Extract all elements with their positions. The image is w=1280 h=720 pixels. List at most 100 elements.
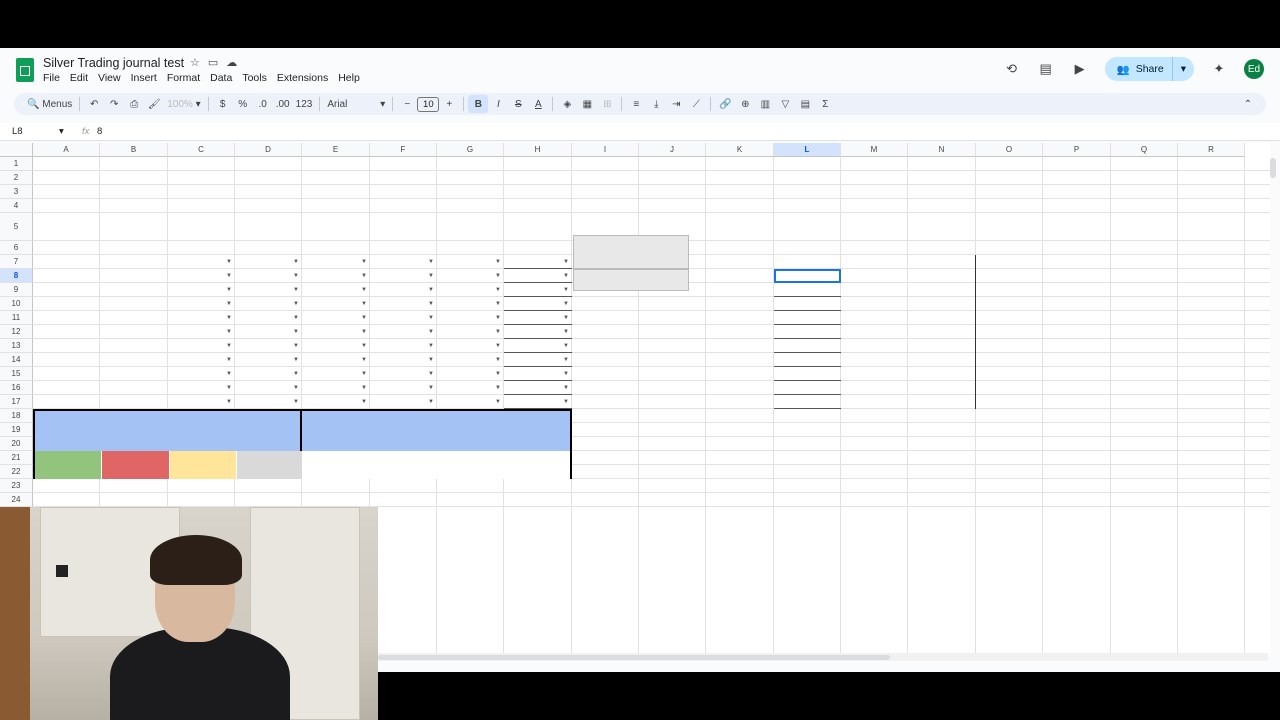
dropdown-chevron-icon[interactable]: ▼ xyxy=(361,255,367,269)
insert-comment-icon[interactable]: ⊕ xyxy=(735,95,755,113)
horizontal-align-icon[interactable]: ≡ xyxy=(626,95,646,113)
dropdown-chevron-icon[interactable]: ▼ xyxy=(293,353,299,367)
dropdown-chevron-icon[interactable]: ▼ xyxy=(293,255,299,269)
dropdown-chevron-icon[interactable]: ▼ xyxy=(563,395,569,409)
dropdown-chevron-icon[interactable]: ▼ xyxy=(293,367,299,381)
font-size-decrease-icon[interactable]: − xyxy=(397,95,417,113)
row-header-3[interactable]: 3 xyxy=(0,185,33,199)
dropdown-chevron-icon[interactable]: ▼ xyxy=(293,381,299,395)
dropdown-chevron-icon[interactable]: ▼ xyxy=(226,269,232,283)
filter-views-icon[interactable]: ▤ xyxy=(795,95,815,113)
zoom-select[interactable]: 100% ▾ xyxy=(164,95,203,113)
menu-format[interactable]: Format xyxy=(167,72,200,84)
menu-file[interactable]: File xyxy=(43,72,60,84)
dropdown-chevron-icon[interactable]: ▼ xyxy=(495,325,501,339)
version-history-icon[interactable]: ⟲ xyxy=(1003,60,1021,78)
filter-icon[interactable]: ▽ xyxy=(775,95,795,113)
dropdown-chevron-icon[interactable]: ▼ xyxy=(495,339,501,353)
dropdown-chevron-icon[interactable]: ▼ xyxy=(495,353,501,367)
font-size-increase-icon[interactable]: + xyxy=(439,95,459,113)
gemini-icon[interactable]: ✦ xyxy=(1210,60,1228,78)
dropdown-chevron-icon[interactable]: ▼ xyxy=(226,297,232,311)
row-header-18[interactable]: 18 xyxy=(0,409,33,423)
row-header-22[interactable]: 22 xyxy=(0,465,33,479)
column-header-q[interactable]: Q xyxy=(1111,143,1178,157)
dropdown-chevron-icon[interactable]: ▼ xyxy=(361,283,367,297)
row-header-23[interactable]: 23 xyxy=(0,479,33,493)
row-header-16[interactable]: 16 xyxy=(0,381,33,395)
dropdown-chevron-icon[interactable]: ▼ xyxy=(361,311,367,325)
dropdown-chevron-icon[interactable]: ▼ xyxy=(226,339,232,353)
currency-button[interactable]: $ xyxy=(213,95,233,113)
insert-chart-icon[interactable]: ▥ xyxy=(755,95,775,113)
row-header-13[interactable]: 13 xyxy=(0,339,33,353)
menu-extensions[interactable]: Extensions xyxy=(277,72,328,84)
fill-color-icon[interactable]: ◈ xyxy=(557,95,577,113)
dropdown-chevron-icon[interactable]: ▼ xyxy=(226,255,232,269)
share-dropdown-icon[interactable]: ▾ xyxy=(1181,63,1186,75)
font-select[interactable]: Arial ▾ xyxy=(324,95,388,113)
dropdown-chevron-icon[interactable]: ▼ xyxy=(226,325,232,339)
horizontal-scrollbar[interactable] xyxy=(378,653,1268,661)
chart-thumbnail[interactable] xyxy=(573,269,689,291)
dropdown-chevron-icon[interactable]: ▼ xyxy=(361,339,367,353)
column-header-j[interactable]: J xyxy=(639,143,706,157)
row-header-10[interactable]: 10 xyxy=(0,297,33,311)
dropdown-chevron-icon[interactable]: ▼ xyxy=(361,353,367,367)
dropdown-chevron-icon[interactable]: ▼ xyxy=(495,297,501,311)
print-icon[interactable]: ⎙ xyxy=(124,95,144,113)
dropdown-chevron-icon[interactable]: ▼ xyxy=(226,353,232,367)
percent-button[interactable]: % xyxy=(233,95,253,113)
chart-thumbnail[interactable] xyxy=(573,235,689,269)
dropdown-chevron-icon[interactable]: ▼ xyxy=(293,325,299,339)
menu-view[interactable]: View xyxy=(98,72,121,84)
dropdown-chevron-icon[interactable]: ▼ xyxy=(563,353,569,367)
dropdown-chevron-icon[interactable]: ▼ xyxy=(563,255,569,269)
share-button[interactable]: 👥 Share ▾ xyxy=(1104,57,1194,81)
dropdown-chevron-icon[interactable]: ▼ xyxy=(563,297,569,311)
row-header-14[interactable]: 14 xyxy=(0,353,33,367)
move-folder-icon[interactable]: ▭ xyxy=(208,56,218,69)
dropdown-chevron-icon[interactable]: ▼ xyxy=(428,395,434,409)
selected-cell[interactable] xyxy=(774,269,841,283)
row-header-15[interactable]: 15 xyxy=(0,367,33,381)
dropdown-chevron-icon[interactable]: ▼ xyxy=(495,283,501,297)
decrease-decimal-button[interactable]: .0 xyxy=(253,95,273,113)
text-color-button[interactable]: A xyxy=(528,95,548,113)
dropdown-chevron-icon[interactable]: ▼ xyxy=(361,381,367,395)
dropdown-chevron-icon[interactable]: ▼ xyxy=(563,325,569,339)
dropdown-chevron-icon[interactable]: ▼ xyxy=(293,339,299,353)
dropdown-chevron-icon[interactable]: ▼ xyxy=(495,255,501,269)
menu-edit[interactable]: Edit xyxy=(70,72,88,84)
name-box-dropdown-icon[interactable]: ▾ xyxy=(59,126,64,137)
dropdown-chevron-icon[interactable]: ▼ xyxy=(428,255,434,269)
name-box[interactable]: L8 ▾ xyxy=(12,126,68,137)
dropdown-chevron-icon[interactable]: ▼ xyxy=(563,269,569,283)
column-header-k[interactable]: K xyxy=(706,143,774,157)
column-header-m[interactable]: M xyxy=(841,143,908,157)
insert-link-icon[interactable]: 🔗 xyxy=(715,95,735,113)
dropdown-chevron-icon[interactable]: ▼ xyxy=(293,283,299,297)
dropdown-chevron-icon[interactable]: ▼ xyxy=(428,297,434,311)
select-all-corner[interactable] xyxy=(0,143,33,157)
menu-help[interactable]: Help xyxy=(338,72,360,84)
row-header-12[interactable]: 12 xyxy=(0,325,33,339)
scrollbar-thumb[interactable] xyxy=(378,655,890,660)
dropdown-chevron-icon[interactable]: ▼ xyxy=(293,311,299,325)
column-header-c[interactable]: C xyxy=(168,143,235,157)
avatar[interactable]: Ed xyxy=(1244,59,1264,79)
column-header-i[interactable]: I xyxy=(572,143,639,157)
row-header-21[interactable]: 21 xyxy=(0,451,33,465)
menu-tools[interactable]: Tools xyxy=(242,72,267,84)
meet-icon[interactable]: ▶ xyxy=(1071,60,1089,78)
dropdown-chevron-icon[interactable]: ▼ xyxy=(226,381,232,395)
formula-input[interactable]: 8 xyxy=(97,126,102,137)
column-header-d[interactable]: D xyxy=(235,143,302,157)
menu-insert[interactable]: Insert xyxy=(131,72,157,84)
row-header-9[interactable]: 9 xyxy=(0,283,33,297)
borders-icon[interactable]: ▦ xyxy=(577,95,597,113)
dropdown-chevron-icon[interactable]: ▼ xyxy=(293,297,299,311)
row-header-17[interactable]: 17 xyxy=(0,395,33,409)
paint-format-icon[interactable]: 🖌 xyxy=(144,95,164,113)
dropdown-chevron-icon[interactable]: ▼ xyxy=(428,311,434,325)
